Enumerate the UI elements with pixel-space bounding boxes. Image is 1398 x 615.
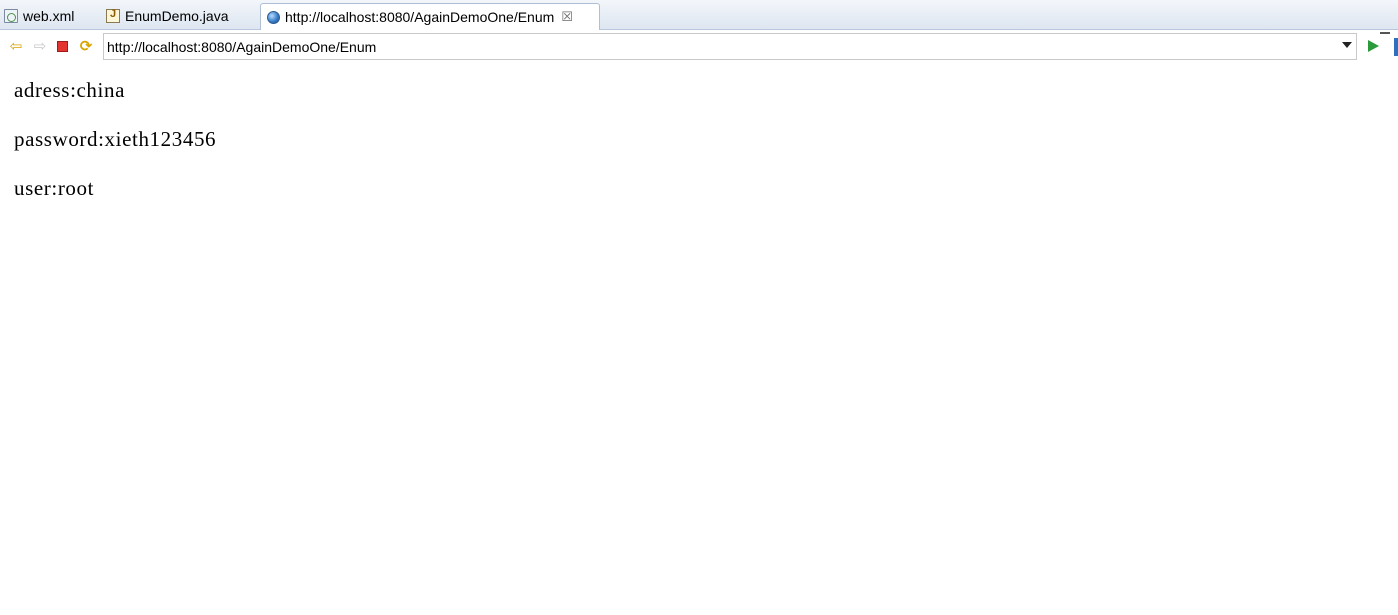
chevron-down-icon[interactable] (1342, 42, 1352, 48)
stop-icon[interactable] (57, 41, 68, 52)
tab-label: web.xml (23, 8, 75, 24)
close-icon[interactable]: ☒ (561, 9, 573, 25)
editor-tab-bar: web.xml EnumDemo.java http://localhost:8… (0, 0, 1398, 30)
output-line-user: user:root (14, 176, 95, 200)
address-bar[interactable] (103, 33, 1357, 60)
globe-icon (267, 10, 280, 24)
back-arrow-icon[interactable]: ⇦ (8, 39, 24, 55)
browser-toolbar: ⇦ ⇨ ⟳ (0, 30, 1398, 64)
tab-web-xml[interactable]: web.xml (4, 3, 100, 29)
output-line-address: adress:china (14, 78, 125, 102)
tab-browser-enum[interactable]: http://localhost:8080/AgainDemoOne/Enum … (260, 3, 600, 30)
tab-label: EnumDemo.java (125, 8, 229, 24)
page-content: adress:china password:xieth123456 user:r… (0, 64, 1398, 615)
forward-arrow-icon[interactable]: ⇨ (32, 39, 48, 55)
refresh-icon[interactable]: ⟳ (78, 39, 94, 55)
tab-enumdemo-java[interactable]: EnumDemo.java (106, 3, 256, 29)
go-icon[interactable] (1368, 40, 1379, 52)
minimize-icon[interactable] (1380, 32, 1390, 34)
tab-label: http://localhost:8080/AgainDemoOne/Enum (285, 9, 555, 25)
view-edge-marker (1394, 38, 1398, 56)
xml-file-icon (4, 9, 18, 23)
output-line-password: password:xieth123456 (14, 127, 217, 151)
url-input[interactable] (107, 36, 1327, 57)
java-file-icon (106, 8, 120, 23)
